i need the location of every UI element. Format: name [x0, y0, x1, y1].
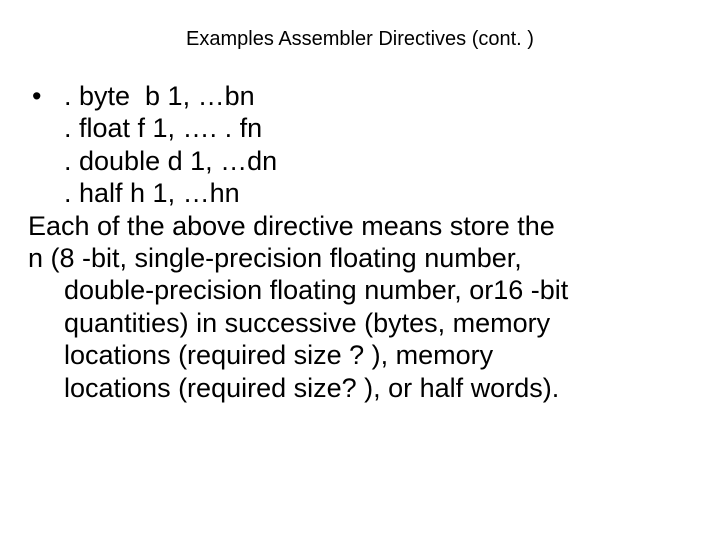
- slide-title: Examples Assembler Directives (cont. ): [0, 28, 720, 51]
- bullet-item: • . byte b 1, …bn: [28, 80, 692, 112]
- slide: Examples Assembler Directives (cont. ) •…: [0, 0, 720, 540]
- explanation-line-4: quantities) in successive (bytes, memory: [28, 307, 692, 339]
- explanation-line-6: locations (required size? ), or half wor…: [28, 372, 692, 404]
- bullet-dot-icon: •: [28, 80, 64, 112]
- directive-double: . double d 1, …dn: [28, 145, 692, 177]
- explanation-line-3: double-precision floating number, or16 -…: [28, 274, 692, 306]
- slide-body: • . byte b 1, …bn . float f 1, …. . fn .…: [28, 80, 692, 404]
- directive-float: . float f 1, …. . fn: [28, 112, 692, 144]
- explanation-line-2: n (8 -bit, single-precision floating num…: [28, 242, 692, 274]
- directive-half: . half h 1, …hn: [28, 177, 692, 209]
- explanation-line-5: locations (required size ? ), memory: [28, 339, 692, 371]
- directive-byte: . byte b 1, …bn: [64, 80, 255, 112]
- explanation-line-1: Each of the above directive means store …: [28, 210, 692, 242]
